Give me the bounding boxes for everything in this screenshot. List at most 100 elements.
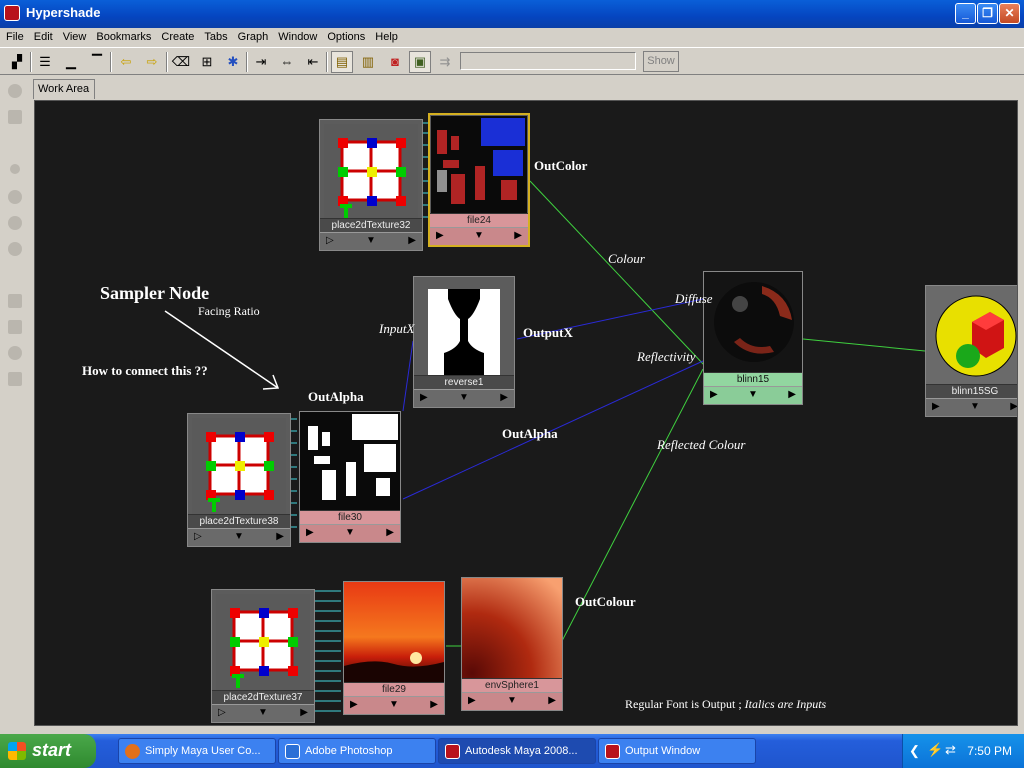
expand-output-icon[interactable]: ▶	[548, 695, 556, 706]
dropdown-icon[interactable]: ▼	[366, 235, 376, 246]
wire-blinn-sg[interactable]	[802, 338, 926, 352]
expand-output-icon[interactable]: ▶	[1010, 401, 1017, 412]
texture-tool-icon[interactable]	[8, 372, 22, 386]
taskbar: start Simply Maya User Co... Adobe Photo…	[0, 734, 1024, 768]
node-envsphere1[interactable]: envSphere1 ▶ ▼ ▶	[461, 577, 563, 711]
tray-expand-icon[interactable]: ❮	[909, 743, 920, 759]
menu-bar: File Edit View Bookmarks Create Tabs Graph Wind…	[0, 28, 1024, 48]
shading-tool-icon[interactable]	[8, 216, 22, 230]
wire-file30-reverse[interactable]	[402, 340, 414, 412]
title-bar[interactable]: Hypershade _ ❐ ✕	[0, 0, 1024, 28]
clear-graph-icon[interactable]: ◙	[384, 51, 406, 73]
utility-tool-icon[interactable]	[8, 320, 22, 334]
camera-tool-icon[interactable]	[8, 346, 22, 360]
expand-input-icon[interactable]: ▷	[326, 235, 334, 246]
show-bottom-tabs-icon[interactable]: ▥	[357, 51, 379, 73]
tray-app-icon[interactable]: ⚡	[927, 742, 943, 758]
dropdown-icon[interactable]: ▼	[258, 707, 268, 718]
rearrange-graph-icon[interactable]: ⊞	[196, 51, 218, 73]
dropdown-icon[interactable]: ▼	[970, 401, 980, 412]
task-simply-maya[interactable]: Simply Maya User Co...	[118, 738, 276, 764]
expand-input-icon[interactable]: ▶	[932, 401, 940, 412]
node-tool-icon[interactable]	[8, 294, 22, 308]
bottom-pane-icon[interactable]: ▁	[60, 51, 82, 73]
node-place2dtexture38[interactable]: place2dTexture38 ▷ ▼ ▶	[187, 413, 291, 547]
node-reverse1[interactable]: reverse1 ▶ ▼ ▶	[413, 276, 515, 408]
dropdown-icon[interactable]: ▼	[234, 531, 244, 542]
toggle-layout-icon[interactable]: ▞	[6, 51, 28, 73]
grid-tool-icon[interactable]	[8, 110, 22, 124]
expand-input-icon[interactable]: ▶	[710, 389, 718, 400]
dropdown-icon[interactable]: ▼	[389, 699, 399, 710]
task-photoshop[interactable]: Adobe Photoshop	[278, 738, 436, 764]
back-arrow-icon[interactable]: ⇦	[115, 51, 137, 73]
tab-work-area[interactable]: Work Area	[33, 79, 95, 99]
expand-output-icon[interactable]: ▶	[408, 235, 416, 246]
show-top-tabs-icon[interactable]: ▤	[331, 51, 353, 73]
expand-output-icon[interactable]: ▶	[430, 699, 438, 710]
expand-output-icon[interactable]: ▶	[386, 527, 394, 538]
menu-create[interactable]: Create	[155, 28, 198, 43]
menu-tabs[interactable]: Tabs	[198, 28, 231, 43]
expand-input-icon[interactable]: ▶	[306, 527, 314, 538]
expand-input-icon[interactable]: ▶	[436, 230, 444, 241]
menu-bookmarks[interactable]: Bookmarks	[90, 28, 155, 43]
expand-output-icon[interactable]: ▶	[514, 230, 522, 241]
menu-file[interactable]: File	[0, 28, 28, 43]
light-tool-icon[interactable]	[8, 190, 22, 204]
search-field[interactable]	[460, 52, 636, 70]
dropdown-icon[interactable]: ▼	[748, 389, 758, 400]
expand-input-icon[interactable]: ▷	[194, 531, 202, 542]
start-button[interactable]: start	[0, 734, 96, 768]
menu-graph[interactable]: Graph	[232, 28, 273, 43]
split-panes-icon[interactable]: ☰	[34, 51, 56, 73]
menu-view[interactable]: View	[57, 28, 91, 43]
expand-output-icon[interactable]: ▶	[788, 389, 796, 400]
expand-input-icon[interactable]: ▶	[420, 392, 428, 403]
task-output-window[interactable]: Output Window	[598, 738, 756, 764]
input-output-connections-icon[interactable]: ⇔	[276, 51, 298, 73]
menu-window[interactable]: Window	[272, 28, 321, 43]
minimize-button[interactable]: _	[955, 3, 976, 24]
node-file24[interactable]: file24 ▶ ▼ ▶	[428, 113, 530, 247]
node-controls: ▶ ▼ ▶	[414, 389, 514, 407]
graph-materials-icon[interactable]: ✱	[222, 51, 244, 73]
expand-input-icon[interactable]: ▶	[468, 695, 476, 706]
small-dot-icon[interactable]	[10, 164, 20, 174]
swatch-display-icon[interactable]: ▣	[409, 51, 431, 73]
menu-edit[interactable]: Edit	[28, 28, 57, 43]
node-file29[interactable]: file29 ▶ ▼ ▶	[343, 581, 445, 715]
expand-input-icon[interactable]: ▷	[218, 707, 226, 718]
expand-output-icon[interactable]: ▶	[276, 531, 284, 542]
sphere-tool-icon[interactable]	[8, 84, 22, 98]
menu-options[interactable]: Options	[321, 28, 369, 43]
expand-output-icon[interactable]: ▶	[500, 392, 508, 403]
node-place2dtexture37[interactable]: place2dTexture37 ▷ ▼ ▶	[211, 589, 315, 723]
hypershade-work-area[interactable]: place2dTexture32 ▷ ▼ ▶ file24 ▶ ▼ ▶ reverse1…	[34, 100, 1018, 726]
network-icon[interactable]: ⇄	[945, 742, 956, 758]
dropdown-icon[interactable]: ▼	[507, 695, 517, 706]
input-connections-icon[interactable]: ⇥	[250, 51, 272, 73]
side-toolbar	[0, 76, 30, 734]
output-connections-icon[interactable]: ⇤	[302, 51, 324, 73]
node-blinn15[interactable]: blinn15 ▶ ▼ ▶	[703, 271, 803, 405]
close-button[interactable]: ✕	[999, 3, 1020, 24]
maximize-button[interactable]: ❐	[977, 3, 998, 24]
forward-arrow-icon[interactable]: ⇨	[141, 51, 163, 73]
show-button[interactable]: Show	[643, 51, 679, 72]
node-blinn15sg[interactable]: blinn15SG ▶ ▼ ▶	[925, 285, 1017, 417]
expand-output-icon[interactable]: ▶	[300, 707, 308, 718]
node-place2dtexture32[interactable]: place2dTexture32 ▷ ▼ ▶	[319, 119, 423, 251]
place2d-swatch-icon	[216, 594, 310, 690]
dropdown-icon[interactable]: ▼	[345, 527, 355, 538]
top-pane-icon[interactable]: ▔	[86, 51, 108, 73]
render-tool-icon[interactable]	[8, 242, 22, 256]
menu-help[interactable]: Help	[369, 28, 402, 43]
task-label: Simply Maya User Co...	[145, 745, 261, 757]
node-file30[interactable]: file30 ▶ ▼ ▶	[299, 411, 401, 543]
eraser-icon[interactable]: ⌫	[170, 51, 192, 73]
dropdown-icon[interactable]: ▼	[459, 392, 469, 403]
expand-input-icon[interactable]: ▶	[350, 699, 358, 710]
task-maya[interactable]: Autodesk Maya 2008...	[438, 738, 596, 764]
dropdown-icon[interactable]: ▼	[474, 230, 484, 241]
